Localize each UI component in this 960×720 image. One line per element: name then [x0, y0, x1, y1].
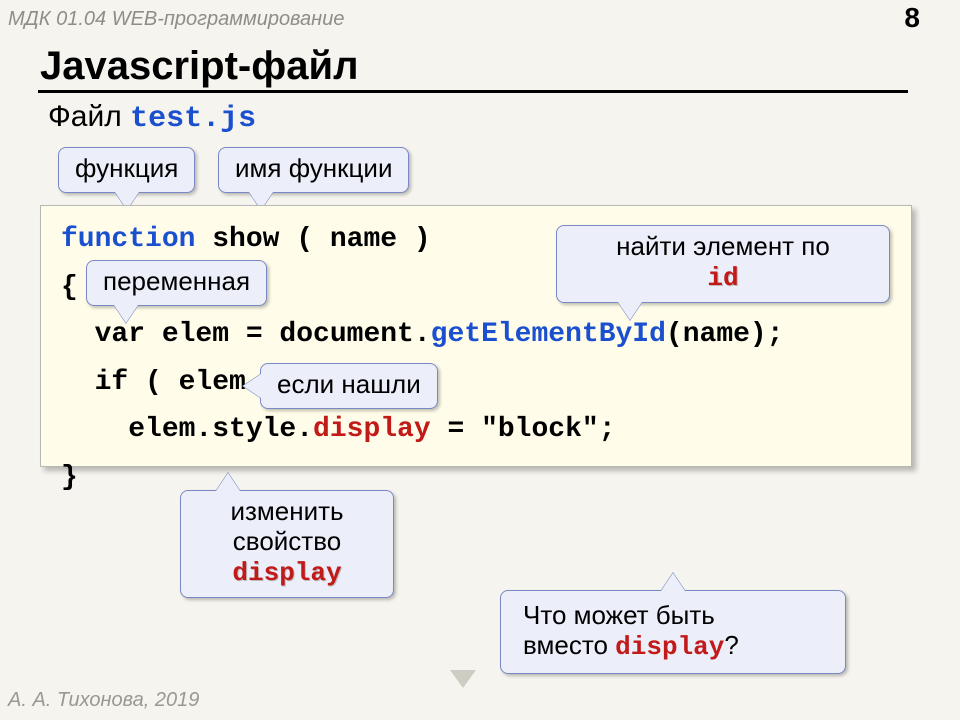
page-title: Javascript-файл [40, 44, 358, 89]
callout-text: Что может быть [523, 600, 715, 630]
down-arrow-icon [450, 670, 476, 688]
title-underline [38, 90, 908, 93]
subtitle-prefix: Файл [48, 100, 130, 133]
callout-text: функция [75, 153, 178, 183]
code-txt: var elem = document. [61, 319, 431, 350]
code-prop: display [313, 414, 431, 445]
subtitle-filename: test.js [130, 102, 256, 136]
callout-text: имя функции [235, 153, 392, 183]
page-number: 8 [904, 2, 920, 34]
callout-code: id [707, 263, 738, 293]
code-txt: { [61, 272, 78, 303]
callout-change-display: изменить свойство display [180, 490, 394, 598]
callout-code: display [615, 632, 724, 662]
callout-text: вместо [523, 630, 615, 660]
callout-function-name: имя функции [218, 147, 409, 193]
callout-find-by-id: найти элемент по id [556, 225, 890, 303]
footer-author: А. А. Тихонова, 2019 [8, 689, 199, 712]
code-txt: elem.style. [61, 414, 313, 445]
callout-text: найти элемент по [616, 231, 830, 261]
code-txt: = "block"; [431, 414, 616, 445]
callout-text: свойство [233, 526, 341, 556]
callout-function-keyword: функция [58, 147, 195, 193]
subtitle: Файл test.js [48, 100, 256, 136]
code-txt: show ( name ) [195, 224, 430, 255]
code-txt: } [61, 462, 78, 493]
code-method: getElementById [431, 319, 666, 350]
course-label: МДК 01.04 WEB-программирование [8, 8, 344, 31]
callout-text: переменная [103, 266, 250, 296]
callout-code: display [232, 558, 341, 588]
callout-question: Что может быть вместо display? [500, 590, 846, 674]
callout-text: изменить [230, 496, 343, 526]
code-kw-function: function [61, 224, 195, 255]
callout-variable: переменная [86, 260, 267, 306]
callout-if-found: если нашли [260, 363, 438, 409]
callout-text: ? [724, 630, 738, 660]
callout-text: если нашли [277, 369, 421, 399]
slide: МДК 01.04 WEB-программирование 8 Javascr… [0, 0, 960, 720]
code-txt: (name); [666, 319, 784, 350]
